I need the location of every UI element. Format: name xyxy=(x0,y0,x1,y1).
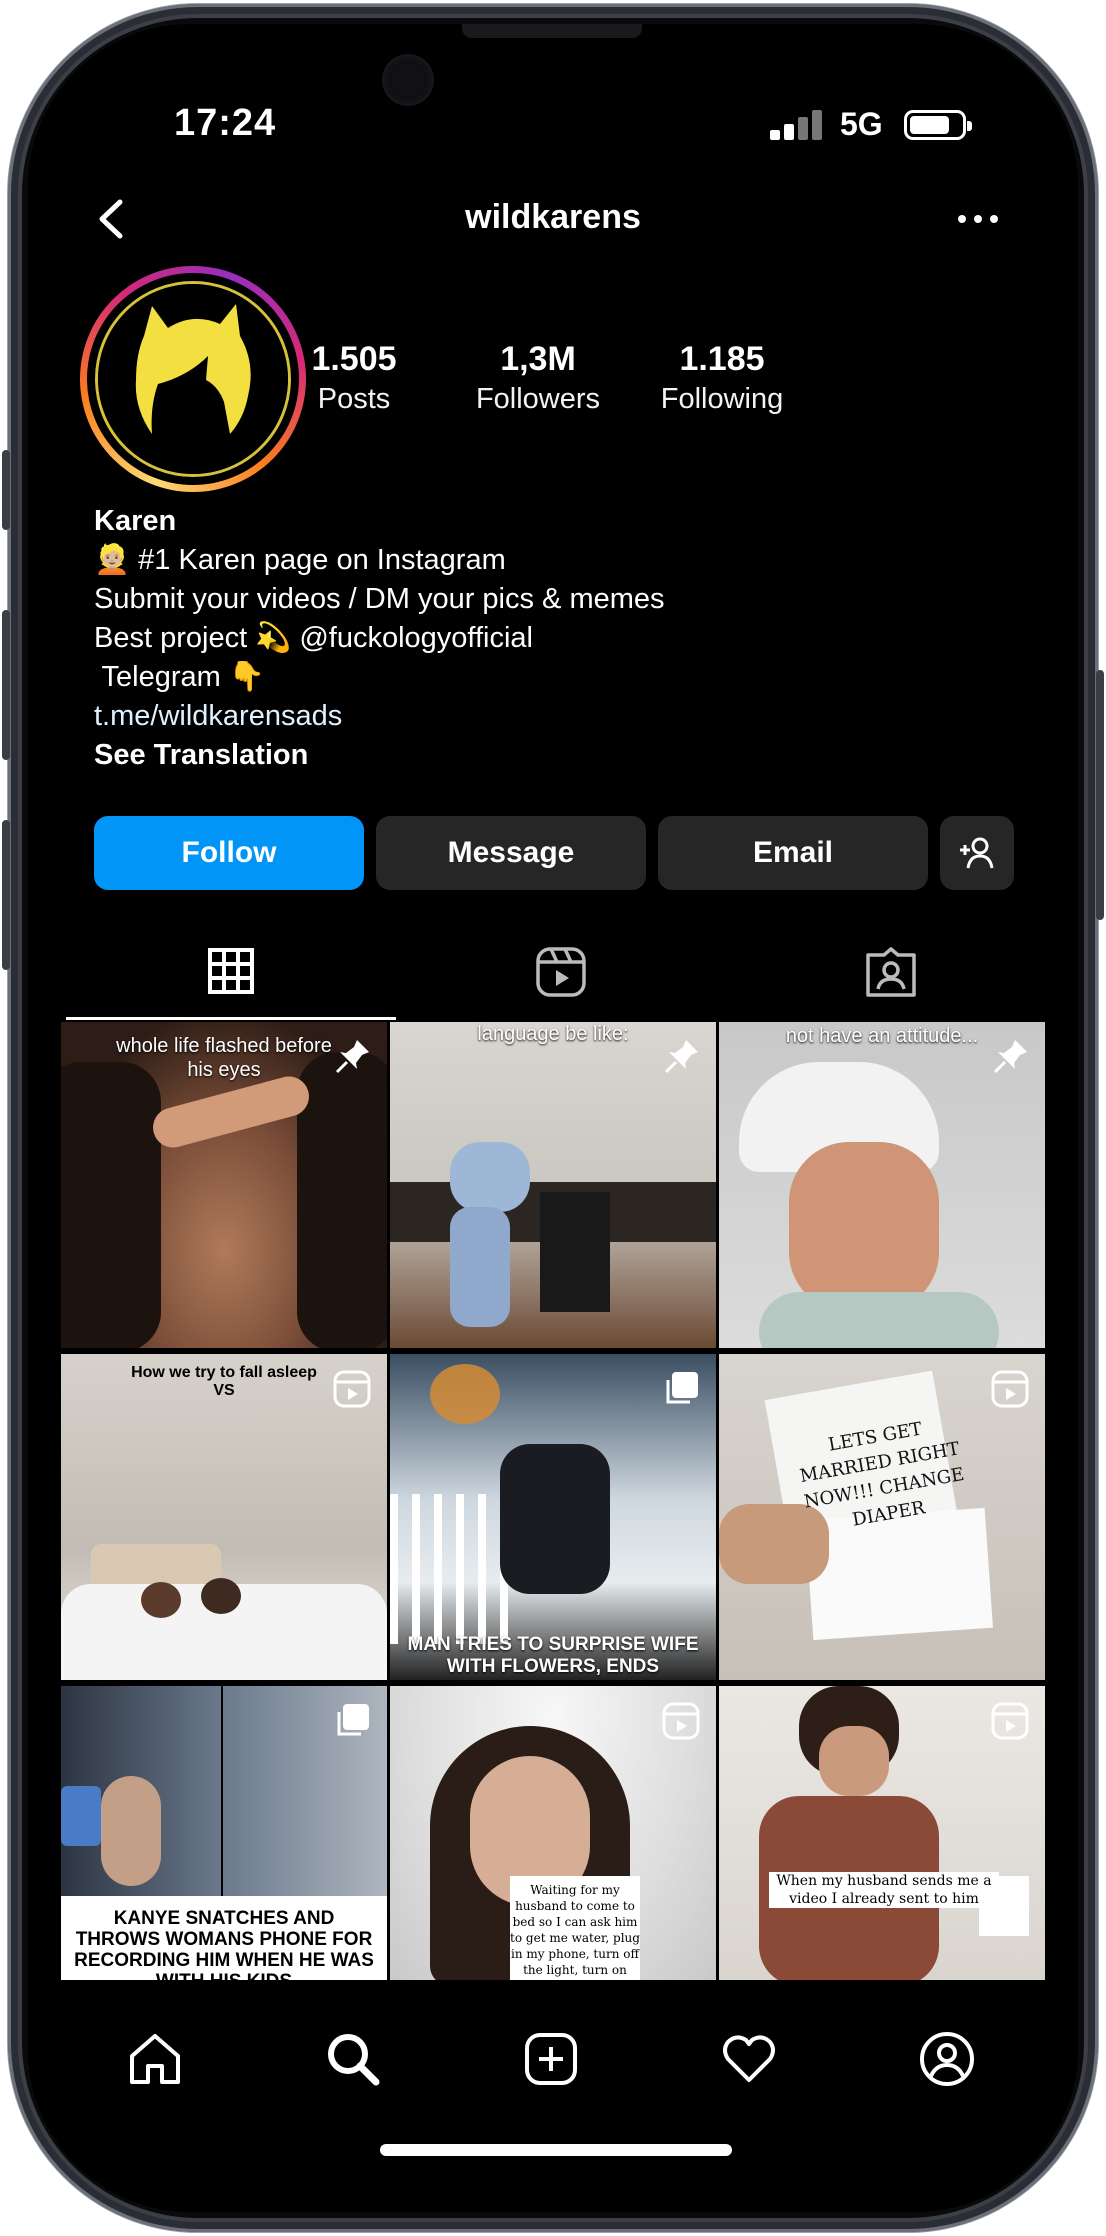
profile-tabs xyxy=(28,924,1078,1020)
message-button[interactable]: Message xyxy=(376,816,646,890)
battery-icon xyxy=(904,110,972,140)
bio-line: 👱🏼 #1 Karen page on Instagram xyxy=(94,544,506,576)
following-count-label: Following xyxy=(660,383,784,415)
tab-grid[interactable] xyxy=(66,924,396,1020)
profile-bio: Karen 👱🏼 #1 Karen page on Instagram Subm… xyxy=(94,502,994,775)
more-options-icon[interactable] xyxy=(948,204,1008,234)
pin-icon xyxy=(993,1040,1027,1074)
post-thumbnail[interactable]: language be like: xyxy=(390,1022,716,1348)
bio-line: Submit your videos / DM your pics & meme… xyxy=(94,583,665,615)
profile-icon[interactable] xyxy=(918,2030,976,2088)
posts-count[interactable]: 1.505 Posts xyxy=(254,340,454,416)
post-caption: When my husband sends me a video I alrea… xyxy=(769,1872,999,1908)
bio-line: Telegram 👇 xyxy=(94,661,265,693)
status-time: 17:24 xyxy=(174,102,277,144)
bottom-navigation xyxy=(28,2002,1078,2112)
following-count-value: 1.185 xyxy=(679,340,765,378)
pin-icon xyxy=(335,1040,369,1074)
silent-switch xyxy=(2,450,10,530)
tab-tagged[interactable] xyxy=(726,924,1056,1020)
post-thumbnail[interactable]: How we try to fall asleep VS xyxy=(61,1354,387,1680)
screen: 17:24 5G wildkarens 1.505 Posts 1,3M Fol… xyxy=(28,24,1078,2212)
profile-header: wildkarens xyxy=(28,184,1078,254)
speaker xyxy=(462,24,642,38)
bio-link[interactable]: t.me/wildkarensads xyxy=(94,697,994,736)
post-thumbnail[interactable]: not have an attitude... xyxy=(719,1022,1045,1348)
tagged-icon xyxy=(866,947,916,997)
reels-icon xyxy=(536,947,586,997)
volume-up-button xyxy=(2,610,10,760)
post-thumbnail[interactable]: KANYE SNATCHES AND THROWS WOMANS PHONE F… xyxy=(61,1686,387,1980)
tab-reels[interactable] xyxy=(396,924,726,1020)
post-thumbnail[interactable]: whole life flashed before his eyes xyxy=(61,1022,387,1348)
see-translation-link[interactable]: See Translation xyxy=(94,736,994,775)
heart-icon[interactable] xyxy=(720,2030,778,2088)
create-icon[interactable] xyxy=(522,2030,580,2088)
post-caption: MAN TRIES TO SURPRISE WIFE WITH FLOWERS,… xyxy=(407,1634,699,1677)
reel-icon xyxy=(991,1370,1029,1408)
volume-down-button xyxy=(2,820,10,970)
post-caption: Waiting for my husband to come to bed so… xyxy=(510,1883,640,1977)
status-bar: 17:24 5G xyxy=(28,84,1078,144)
carousel-icon xyxy=(666,1372,698,1404)
follow-button[interactable]: Follow xyxy=(94,816,364,890)
power-button xyxy=(1096,670,1104,920)
suggested-accounts-button[interactable] xyxy=(940,816,1014,890)
followers-count-label: Followers xyxy=(475,383,601,415)
profile-username: wildkarens xyxy=(465,198,641,236)
bio-line[interactable]: Best project 💫 @fuckologyofficial xyxy=(94,619,994,658)
pin-icon xyxy=(664,1040,698,1074)
signal-icon xyxy=(770,110,824,140)
post-thumbnail[interactable]: Waiting for my husband to come to bed so… xyxy=(390,1686,716,1980)
add-person-icon xyxy=(960,837,994,869)
post-thumbnail[interactable]: MAN TRIES TO SURPRISE WIFE WITH FLOWERS,… xyxy=(390,1354,716,1680)
grid-icon xyxy=(208,947,254,994)
search-icon[interactable] xyxy=(324,2030,382,2088)
reel-icon xyxy=(991,1702,1029,1740)
email-button[interactable]: Email xyxy=(658,816,928,890)
profile-display-name: Karen xyxy=(94,505,177,537)
home-indicator[interactable] xyxy=(380,2144,732,2156)
home-icon[interactable] xyxy=(126,2030,184,2088)
network-type: 5G xyxy=(840,106,883,142)
posts-count-label: Posts xyxy=(317,383,391,415)
posts-count-value: 1.505 xyxy=(311,340,397,378)
followers-count-value: 1,3M xyxy=(500,340,576,378)
post-thumbnail[interactable]: When my husband sends me a video I alrea… xyxy=(719,1686,1045,1980)
reel-icon xyxy=(662,1702,700,1740)
post-thumbnail[interactable]: LETS GET MARRIED RIGHT NOW!!! CHANGE DIA… xyxy=(719,1354,1045,1680)
reel-icon xyxy=(333,1370,371,1408)
followers-count[interactable]: 1,3M Followers xyxy=(438,340,638,416)
carousel-icon xyxy=(337,1704,369,1736)
following-count[interactable]: 1.185 Following xyxy=(622,340,822,416)
post-caption: KANYE SNATCHES AND THROWS WOMANS PHONE F… xyxy=(74,1908,374,1980)
